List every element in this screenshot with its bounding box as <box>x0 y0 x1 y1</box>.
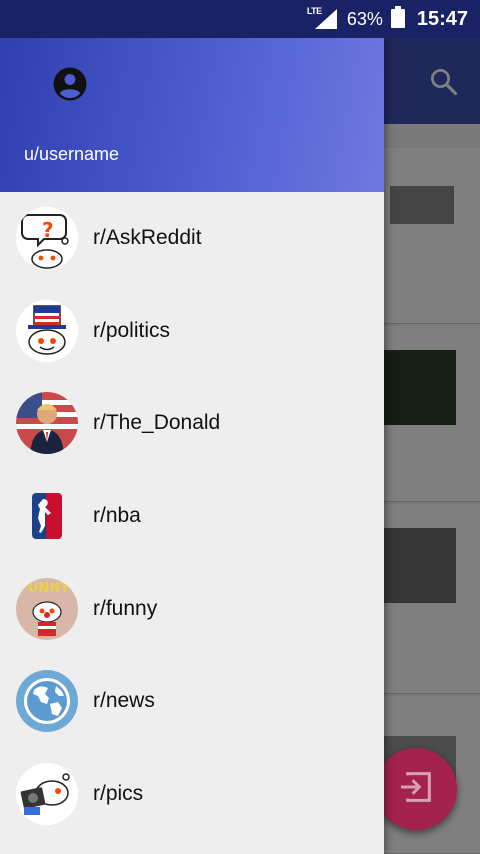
subreddit-label: r/nba <box>93 504 141 528</box>
news-icon <box>16 670 78 733</box>
subreddit-label: r/AskReddit <box>93 226 202 250</box>
status-bar: LTE 63% 15:47 <box>0 0 480 38</box>
svg-text:?: ? <box>42 218 54 242</box>
subreddit-label: r/politics <box>93 318 171 342</box>
login-fab-button[interactable] <box>375 748 457 830</box>
askreddit-icon: ? <box>16 207 78 270</box>
login-icon <box>396 767 436 811</box>
lte-signal-icon: LTE <box>307 6 339 30</box>
subreddit-item-news[interactable]: r/news <box>0 655 384 748</box>
funny-icon: FUNNY <box>16 577 78 640</box>
subreddit-label: r/news <box>93 689 155 713</box>
subreddit-item-funny[interactable]: FUNNY r/funny <box>0 562 384 655</box>
account-circle-icon[interactable] <box>52 66 88 102</box>
svg-text:FUNNY: FUNNY <box>19 581 70 596</box>
battery-icon <box>390 5 405 33</box>
network-type: LTE <box>306 6 322 16</box>
subreddit-item-the-donald[interactable]: r/The_Donald <box>0 377 384 470</box>
subreddit-label: r/funny <box>93 596 158 620</box>
nba-icon <box>16 485 78 548</box>
drawer-header: u/username <box>0 38 384 192</box>
subreddit-label: r/The_Donald <box>93 411 221 435</box>
clock: 15:47 <box>416 7 468 30</box>
subreddit-item-nba[interactable]: r/nba <box>0 470 384 563</box>
the-donald-icon <box>16 392 78 455</box>
pics-icon <box>16 762 78 825</box>
politics-icon <box>16 299 78 362</box>
battery-percent: 63% <box>346 8 383 29</box>
subreddit-label: r/pics <box>93 781 144 805</box>
subreddit-item-pics[interactable]: r/pics <box>0 748 384 841</box>
subreddit-item-politics[interactable]: r/politics <box>0 285 384 378</box>
subreddit-item-askreddit[interactable]: ? r/AskReddit <box>0 192 384 285</box>
subreddit-list: ? r/AskReddit r/politics r/The_Donald r/… <box>0 192 384 840</box>
navigation-drawer: u/username ? r/AskReddit r/politics r/Th… <box>0 38 384 854</box>
username-label[interactable]: u/username <box>24 144 119 165</box>
